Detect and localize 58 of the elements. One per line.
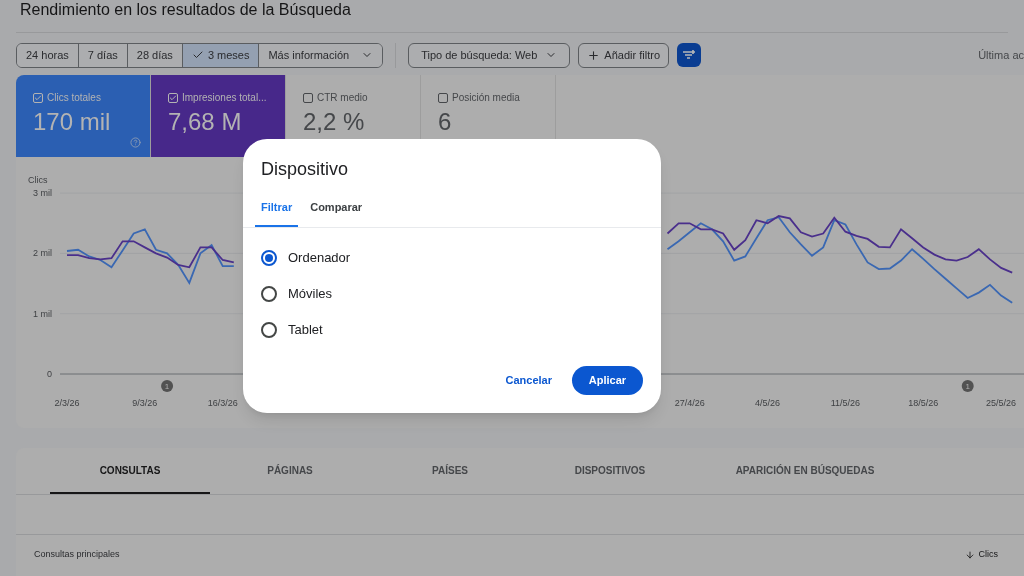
sort-column-header[interactable]: Clics bbox=[964, 548, 998, 562]
annotation-marker[interactable]: 1 bbox=[961, 380, 974, 392]
metric-label: Impresiones total... bbox=[182, 91, 267, 105]
table-tab[interactable]: PÁGINAS bbox=[210, 448, 370, 494]
metric-card[interactable]: Clics totales 170 mil bbox=[16, 75, 151, 157]
sort-arrow-icon bbox=[964, 550, 975, 560]
metric-card[interactable]: Impresiones total... 7,68 M bbox=[151, 75, 286, 157]
plus-icon bbox=[587, 48, 601, 62]
metric-label: Posición media bbox=[452, 91, 520, 105]
metric-label: CTR medio bbox=[317, 91, 368, 105]
table-tab[interactable]: APARICIÓN EN BÚSQUEDAS bbox=[690, 448, 920, 494]
check-icon bbox=[191, 49, 204, 61]
x-tick-label: 2/3/26 bbox=[54, 398, 80, 408]
x-tick-label: 27/4/26 bbox=[674, 398, 705, 408]
radio-button[interactable] bbox=[261, 321, 277, 338]
filter-settings-button[interactable] bbox=[677, 43, 701, 67]
x-tick-label: 16/3/26 bbox=[207, 398, 238, 408]
radio-button[interactable] bbox=[261, 249, 277, 266]
x-tick-label: 11/5/26 bbox=[830, 398, 861, 408]
column-header: Consultas principales bbox=[34, 548, 120, 562]
table-tab[interactable]: DISPOSITIVOS bbox=[530, 448, 690, 494]
dialog-title: Dispositivo bbox=[260, 158, 350, 181]
dialog-tab[interactable]: Comparar bbox=[304, 199, 369, 227]
metric-checkbox[interactable] bbox=[33, 92, 43, 103]
last-update-text: Última ac bbox=[978, 47, 1024, 63]
table-tab[interactable]: CONSULTAS bbox=[50, 448, 210, 494]
y-tick-label: 2 mil bbox=[33, 248, 52, 259]
filter-icon bbox=[682, 49, 696, 61]
metric-checkbox[interactable] bbox=[438, 92, 448, 103]
metric-value: 170 mil bbox=[33, 107, 112, 137]
metric-value: 7,68 M bbox=[168, 107, 243, 137]
apply-button[interactable]: Aplicar bbox=[572, 366, 643, 395]
x-tick-label: 18/5/26 bbox=[908, 398, 939, 408]
metric-value: 6 bbox=[438, 107, 453, 137]
radio-label: Tablet bbox=[288, 320, 323, 339]
x-tick-label: 4/5/26 bbox=[755, 398, 781, 408]
radio-button[interactable] bbox=[261, 285, 277, 302]
page-title: Rendimiento en los resultados de la Búsqueda bbox=[19, 0, 351, 20]
date-range-chip[interactable]: Más información bbox=[258, 43, 383, 67]
y-tick-label: 3 mil bbox=[33, 188, 52, 199]
metric-label: Clics totales bbox=[47, 91, 101, 105]
axis-title: Clics bbox=[28, 175, 48, 185]
add-filter-button[interactable]: Añadir filtro bbox=[578, 42, 669, 68]
table-tab[interactable]: PAÍSES bbox=[370, 448, 530, 494]
y-tick-label: 0 bbox=[47, 369, 52, 379]
metric-checkbox[interactable] bbox=[303, 92, 313, 103]
x-tick-label: 25/5/26 bbox=[986, 398, 1017, 408]
y-tick-label: 1 mil bbox=[33, 308, 52, 319]
x-tick-label: 9/3/26 bbox=[132, 398, 158, 408]
date-range-chip[interactable]: 3 meses bbox=[181, 43, 259, 67]
radio-label: Móviles bbox=[288, 284, 333, 303]
search-type-dropdown[interactable]: Tipo de búsqueda: Web bbox=[408, 42, 571, 68]
radio-label: Ordenador bbox=[288, 248, 351, 267]
metric-value: 2,2 % bbox=[303, 107, 366, 137]
dialog-tab[interactable]: Filtrar bbox=[255, 199, 299, 227]
annotation-marker[interactable]: 1 bbox=[161, 380, 174, 392]
cancel-button[interactable]: Cancelar bbox=[497, 366, 560, 395]
metric-checkbox[interactable] bbox=[168, 92, 178, 103]
